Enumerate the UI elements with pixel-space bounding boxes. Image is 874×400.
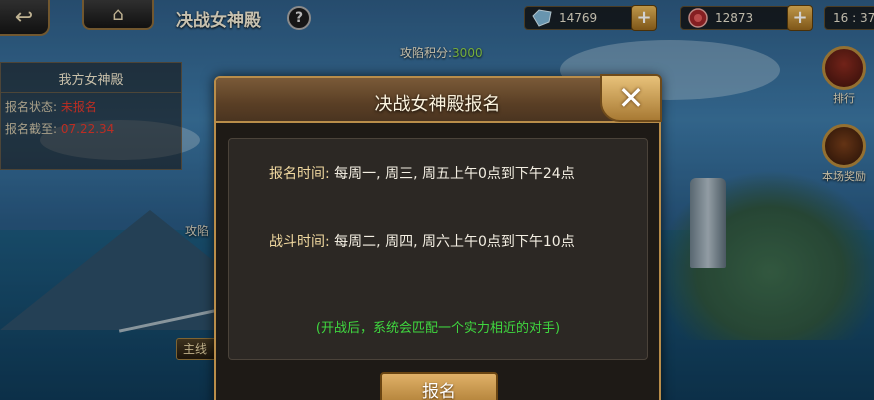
signup-button[interactable]: 报名 [380, 372, 498, 400]
game-screen: ↩ ⌂ 决战女神殿 ? 14769 + 12873 + 16 : 37 排行 本… [0, 0, 874, 400]
battle-time-value: 每周二, 周四, 周六上午0点到下午10点 [334, 234, 575, 250]
signup-time-value: 每周一, 周三, 周五上午0点到下午24点 [334, 166, 575, 182]
dialog-title: 决战女神殿报名 [374, 94, 501, 115]
battle-time-row: 战斗时间: 每周二, 周四, 周六上午0点到下午10点 [269, 231, 575, 251]
signup-dialog: 决战女神殿报名 ✕ 报名时间: 每周一, 周三, 周五上午0点到下午24点 战斗… [214, 74, 662, 400]
signup-time-label: 报名时间: [269, 166, 330, 182]
dialog-content: 报名时间: 每周一, 周三, 周五上午0点到下午24点 战斗时间: 每周二, 周… [228, 138, 648, 360]
close-icon: ✕ [617, 79, 645, 117]
battle-time-label: 战斗时间: [269, 234, 330, 250]
match-note: (开战后，系统会匹配一个实力相近的对手) [315, 321, 561, 336]
signup-time-row: 报名时间: 每周一, 周三, 周五上午0点到下午24点 [269, 163, 575, 183]
close-button[interactable]: ✕ [600, 74, 662, 122]
dialog-header: 决战女神殿报名 [216, 78, 659, 123]
